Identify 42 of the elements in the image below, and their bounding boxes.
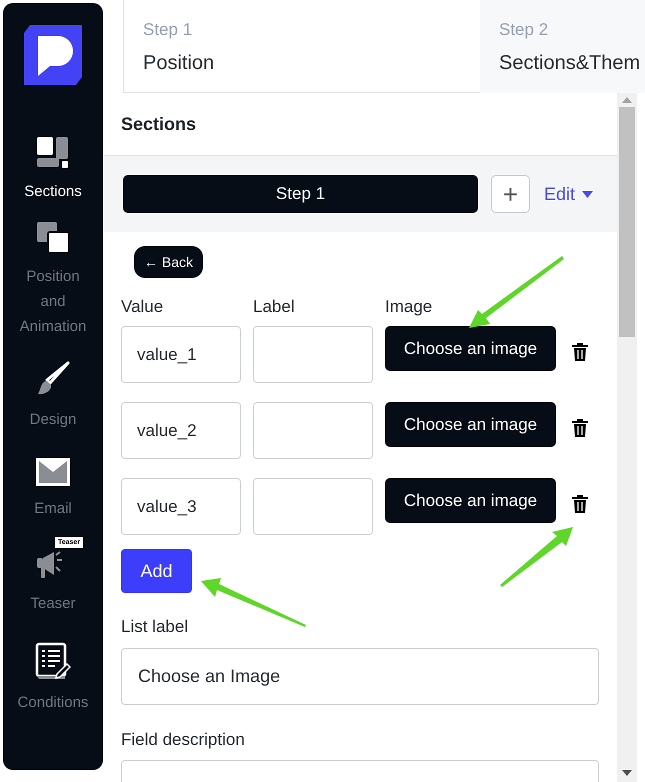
choose-image-button[interactable]: Choose an image xyxy=(385,402,556,447)
value-field[interactable]: value_3 xyxy=(121,478,241,535)
trash-icon[interactable] xyxy=(572,495,588,513)
document-list-icon xyxy=(35,642,71,680)
scrollbar[interactable] xyxy=(617,93,637,782)
label-field[interactable] xyxy=(253,326,373,383)
trash-icon[interactable] xyxy=(572,419,588,437)
label-field[interactable] xyxy=(253,402,373,459)
value-field[interactable]: value_2 xyxy=(121,402,241,459)
choose-image-button[interactable]: Choose an image xyxy=(385,478,556,523)
sidebar-item[interactable]: Position and Animation xyxy=(3,222,103,339)
edit-dropdown[interactable]: Edit xyxy=(544,180,594,208)
step-tab[interactable]: Step 2 Sections&Them xyxy=(480,0,645,93)
scroll-down-icon[interactable] xyxy=(622,770,632,776)
back-button[interactable]: ← Back xyxy=(134,246,204,278)
choose-image-button[interactable]: Choose an image xyxy=(385,326,556,371)
field-label: List label xyxy=(121,616,190,638)
trash-icon[interactable] xyxy=(572,343,588,361)
sections-icon xyxy=(37,137,69,169)
scroll-up-icon[interactable] xyxy=(622,97,632,103)
panel-title: Sections xyxy=(121,112,196,136)
paintbrush-icon xyxy=(36,361,70,397)
column-header: Label xyxy=(253,297,295,316)
add-button[interactable]: Add xyxy=(121,549,192,593)
value-field[interactable]: value_1 xyxy=(121,326,241,383)
section-button[interactable]: Step 1 xyxy=(123,175,478,213)
column-header: Image xyxy=(385,297,432,316)
sidebar-item[interactable]: Email xyxy=(3,458,103,521)
column-header: Value xyxy=(121,297,164,316)
envelope-icon xyxy=(36,458,70,486)
sidebar-item[interactable]: Design xyxy=(3,361,103,432)
add-section-button[interactable]: + xyxy=(491,175,530,213)
sidebar-item[interactable]: Conditions xyxy=(3,642,103,715)
caret-icon xyxy=(582,190,594,198)
sidebar-item[interactable]: Sections xyxy=(3,137,103,204)
list-label-field[interactable]: Choose an Image xyxy=(121,648,599,704)
logo-icon xyxy=(24,25,82,85)
layers-icon xyxy=(36,222,70,254)
label-field[interactable] xyxy=(253,478,373,535)
field-description-field[interactable] xyxy=(121,760,599,782)
field-label: Field description xyxy=(121,728,246,750)
step-tab[interactable]: Step 1 Position xyxy=(123,0,480,93)
